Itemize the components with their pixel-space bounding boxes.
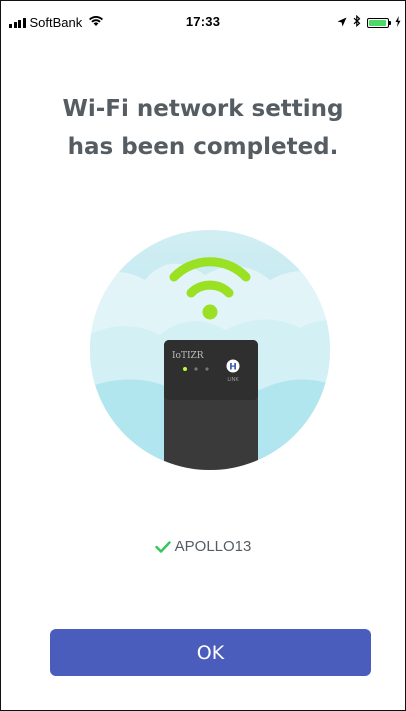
checkmark-icon bbox=[154, 540, 171, 553]
location-arrow-icon bbox=[337, 14, 347, 32]
bluetooth-icon bbox=[353, 14, 361, 32]
status-led-off bbox=[205, 367, 209, 371]
device-brand-label: IoTIZR bbox=[172, 351, 204, 361]
iotizr-device: IoTIZR H LINK bbox=[164, 340, 258, 470]
link-button-letter: H bbox=[229, 363, 237, 373]
device-connected-illustration: IoTIZR H LINK bbox=[90, 230, 330, 470]
battery-icon bbox=[367, 18, 391, 28]
ok-button[interactable]: OK bbox=[50, 629, 371, 676]
status-led-on bbox=[183, 367, 187, 371]
page-title: Wi-Fi network setting has been completed… bbox=[0, 90, 406, 166]
charging-bolt-icon bbox=[395, 14, 401, 32]
status-bar: SoftBank 17:33 bbox=[1, 1, 405, 41]
battery-fill bbox=[369, 20, 387, 26]
title-line-2: has been completed. bbox=[67, 134, 339, 160]
link-button-label: LINK bbox=[227, 377, 239, 383]
network-ssid: APOLLO13 bbox=[174, 538, 252, 555]
status-right bbox=[337, 14, 401, 32]
connected-network: APOLLO13 bbox=[0, 538, 406, 555]
title-line-1: Wi-Fi network setting bbox=[62, 96, 344, 122]
status-led-off bbox=[194, 367, 198, 371]
